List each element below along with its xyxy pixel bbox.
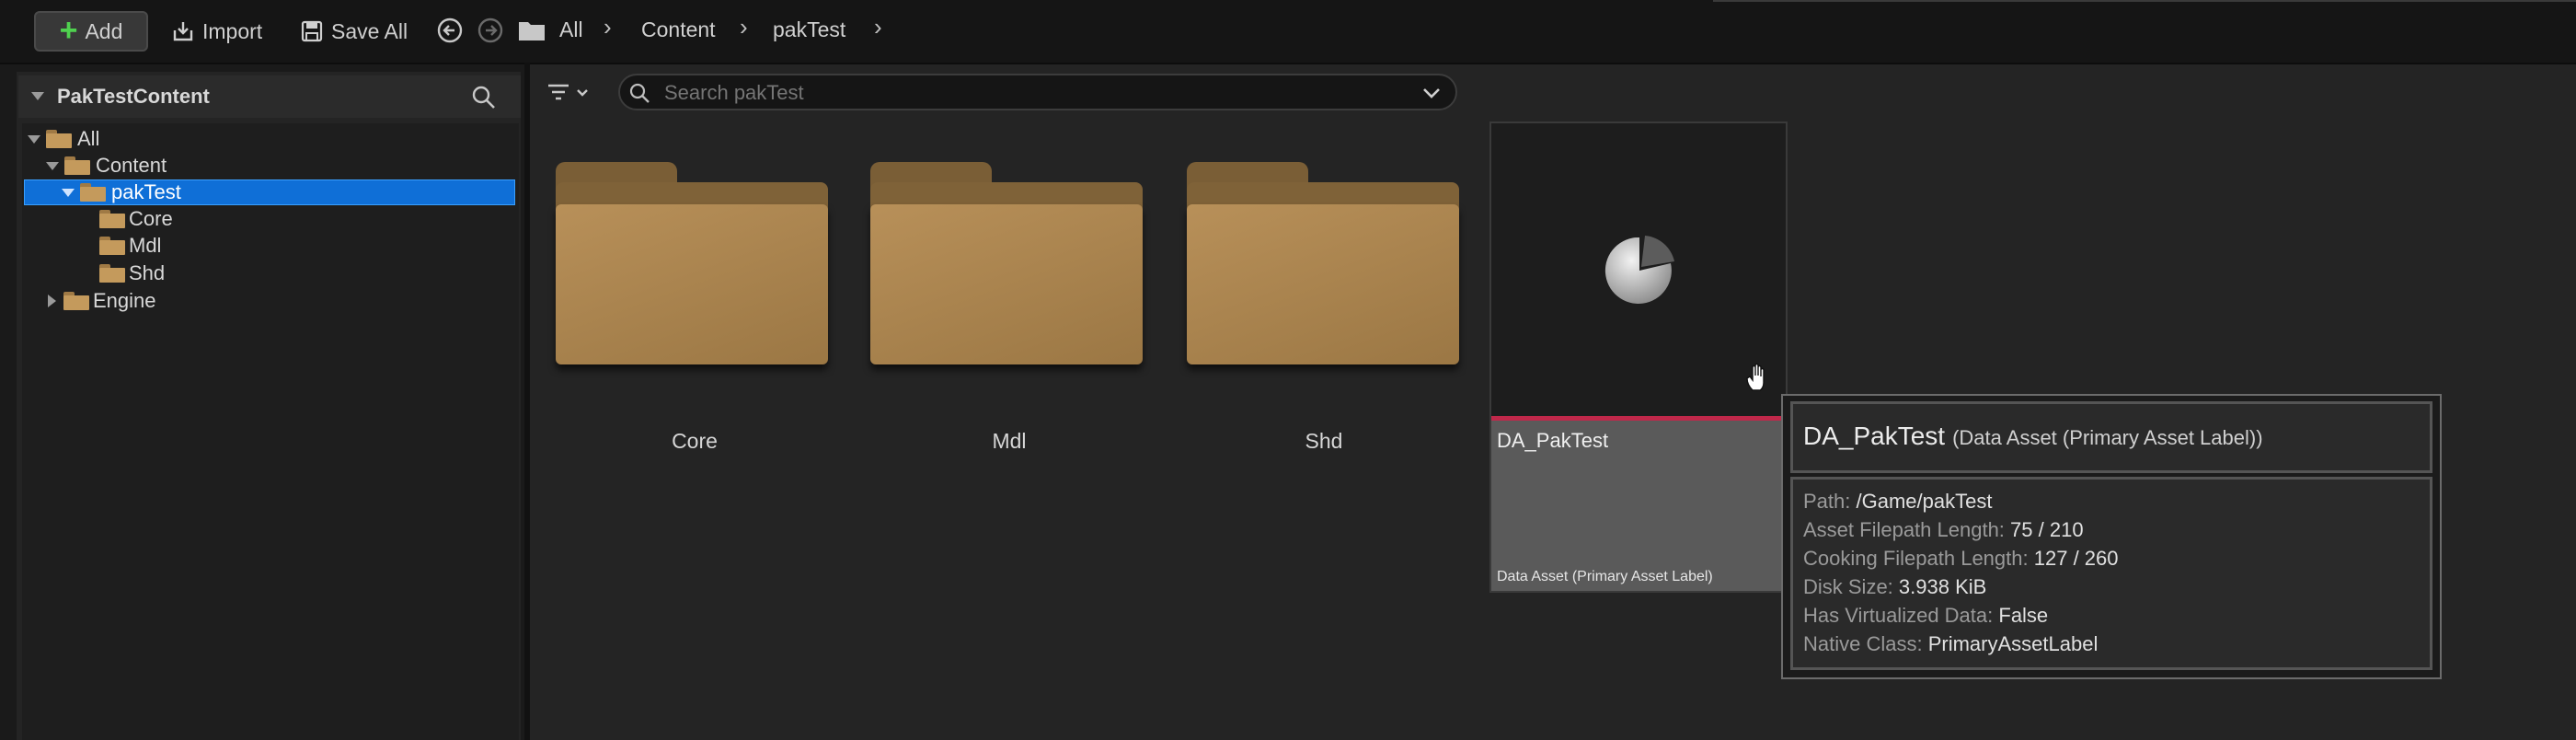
tree-item-core[interactable]: Core <box>99 206 173 232</box>
tooltip-row-native-class: Native Class: PrimaryAssetLabel <box>1803 632 2098 656</box>
folder-front <box>1187 204 1459 364</box>
folder-label: Mdl <box>992 429 1027 453</box>
tooltip-title: DA_PakTest <box>1803 422 1946 450</box>
tree-item-label: Engine <box>93 289 156 312</box>
folder-tree <box>22 123 519 740</box>
folder-tile-mdl[interactable] <box>870 162 1143 364</box>
tree-item-label: pakTest <box>111 180 181 203</box>
chevron-right-icon[interactable]: › <box>740 13 748 41</box>
expand-arrow-icon[interactable] <box>46 161 59 170</box>
tree-item-paktest[interactable]: pakTest <box>24 179 515 205</box>
tree-item-mdl[interactable]: Mdl <box>99 233 161 259</box>
tree-item-label: Mdl <box>129 234 162 257</box>
expand-arrow-icon[interactable] <box>48 295 56 307</box>
folder-tile-shd[interactable] <box>1187 162 1459 364</box>
filter-icon[interactable] <box>545 79 594 107</box>
tooltip-row-cooking-filepath-length: Cooking Filepath Length: 127 / 260 <box>1803 547 2119 571</box>
folder-open-icon <box>80 183 106 202</box>
folder-icon <box>99 210 125 228</box>
tooltip-key: Cooking Filepath Length: <box>1803 547 2029 570</box>
breadcrumb-content[interactable]: Content <box>641 17 716 42</box>
back-history-icon[interactable] <box>436 17 464 44</box>
asset-type-label: Data Asset (Primary Asset Label) <box>1497 569 1713 584</box>
search-icon[interactable] <box>471 85 497 110</box>
tooltip-title-row: DA_PakTest (Data Asset (Primary Asset La… <box>1803 422 2263 451</box>
folder-front <box>870 204 1143 364</box>
tree-item-all[interactable]: All <box>28 126 99 152</box>
expand-arrow-icon[interactable] <box>62 188 75 197</box>
folder-open-icon <box>46 130 72 148</box>
folder-icon <box>519 22 545 40</box>
tooltip-subtitle: (Data Asset (Primary Asset Label)) <box>1952 426 2263 449</box>
tooltip-key: Native Class: <box>1803 632 1923 655</box>
folder-tile-core[interactable] <box>556 162 828 364</box>
chevron-right-icon[interactable]: › <box>604 13 612 41</box>
save-all-button-label: Save All <box>331 18 408 43</box>
hand-cursor-icon <box>1746 363 1765 391</box>
window-edge <box>1713 0 2576 2</box>
folder-label: Shd <box>1305 429 1343 453</box>
tree-item-content[interactable]: Content <box>46 153 167 179</box>
plus-icon: + <box>59 12 78 48</box>
asset-name: DA_PakTest <box>1497 429 1609 452</box>
tooltip-key: Asset Filepath Length: <box>1803 518 2005 541</box>
add-button-label: Add <box>85 18 123 43</box>
data-asset-icon <box>1604 236 1674 304</box>
tree-item-label: Core <box>129 207 173 230</box>
tree-item-label: Content <box>96 154 167 177</box>
tree-item-label: Shd <box>129 261 166 284</box>
breadcrumb-paktest[interactable]: pakTest <box>773 17 845 42</box>
tooltip-value: 127 / 260 <box>2033 547 2119 570</box>
search-field[interactable] <box>618 74 1457 110</box>
tree-item-label: All <box>77 127 100 150</box>
tooltip-key: Path: <box>1803 490 1851 513</box>
breadcrumb-all[interactable]: All <box>559 17 583 42</box>
chevron-right-icon[interactable]: › <box>874 13 882 41</box>
forward-history-icon[interactable] <box>477 17 504 44</box>
asset-type-color-bar <box>1491 416 1786 421</box>
tooltip-key: Disk Size: <box>1803 575 1893 598</box>
import-button[interactable]: Import <box>171 11 262 52</box>
tooltip-value: 75 / 210 <box>2010 518 2084 541</box>
folder-label: Core <box>672 429 718 453</box>
search-input[interactable] <box>662 77 1402 109</box>
folder-front <box>556 204 828 364</box>
tree-item-shd[interactable]: Shd <box>99 260 165 286</box>
tooltip-row-disk-size: Disk Size: 3.938 KiB <box>1803 575 1986 599</box>
chevron-down-icon[interactable] <box>1420 83 1443 103</box>
folder-icon <box>63 292 89 310</box>
folder-icon <box>99 264 125 283</box>
tooltip-value: False <box>1998 604 2049 627</box>
search-icon <box>629 83 650 103</box>
tree-item-engine[interactable]: Engine <box>48 288 156 314</box>
tooltip-row-asset-filepath-length: Asset Filepath Length: 75 / 210 <box>1803 518 2084 542</box>
folder-icon <box>99 237 125 255</box>
sources-panel-title: PakTestContent <box>57 85 210 108</box>
tooltip-value: PrimaryAssetLabel <box>1927 632 2099 655</box>
tooltip-value: 3.938 KiB <box>1898 575 1987 598</box>
save-all-button[interactable]: Save All <box>300 11 408 52</box>
folder-open-icon <box>64 156 90 175</box>
collapse-arrow-icon[interactable] <box>31 92 44 100</box>
tooltip-value: /Game/pakTest <box>1856 490 1993 513</box>
tooltip-row-has-virtualized-data: Has Virtualized Data: False <box>1803 604 2048 628</box>
tooltip-key: Has Virtualized Data: <box>1803 604 1994 627</box>
import-button-label: Import <box>202 18 263 43</box>
tooltip-row-path: Path: /Game/pakTest <box>1803 490 1992 514</box>
save-all-icon <box>301 20 323 42</box>
expand-arrow-icon[interactable] <box>28 134 40 144</box>
add-button[interactable]: + Add <box>34 11 148 52</box>
import-icon <box>173 22 193 41</box>
